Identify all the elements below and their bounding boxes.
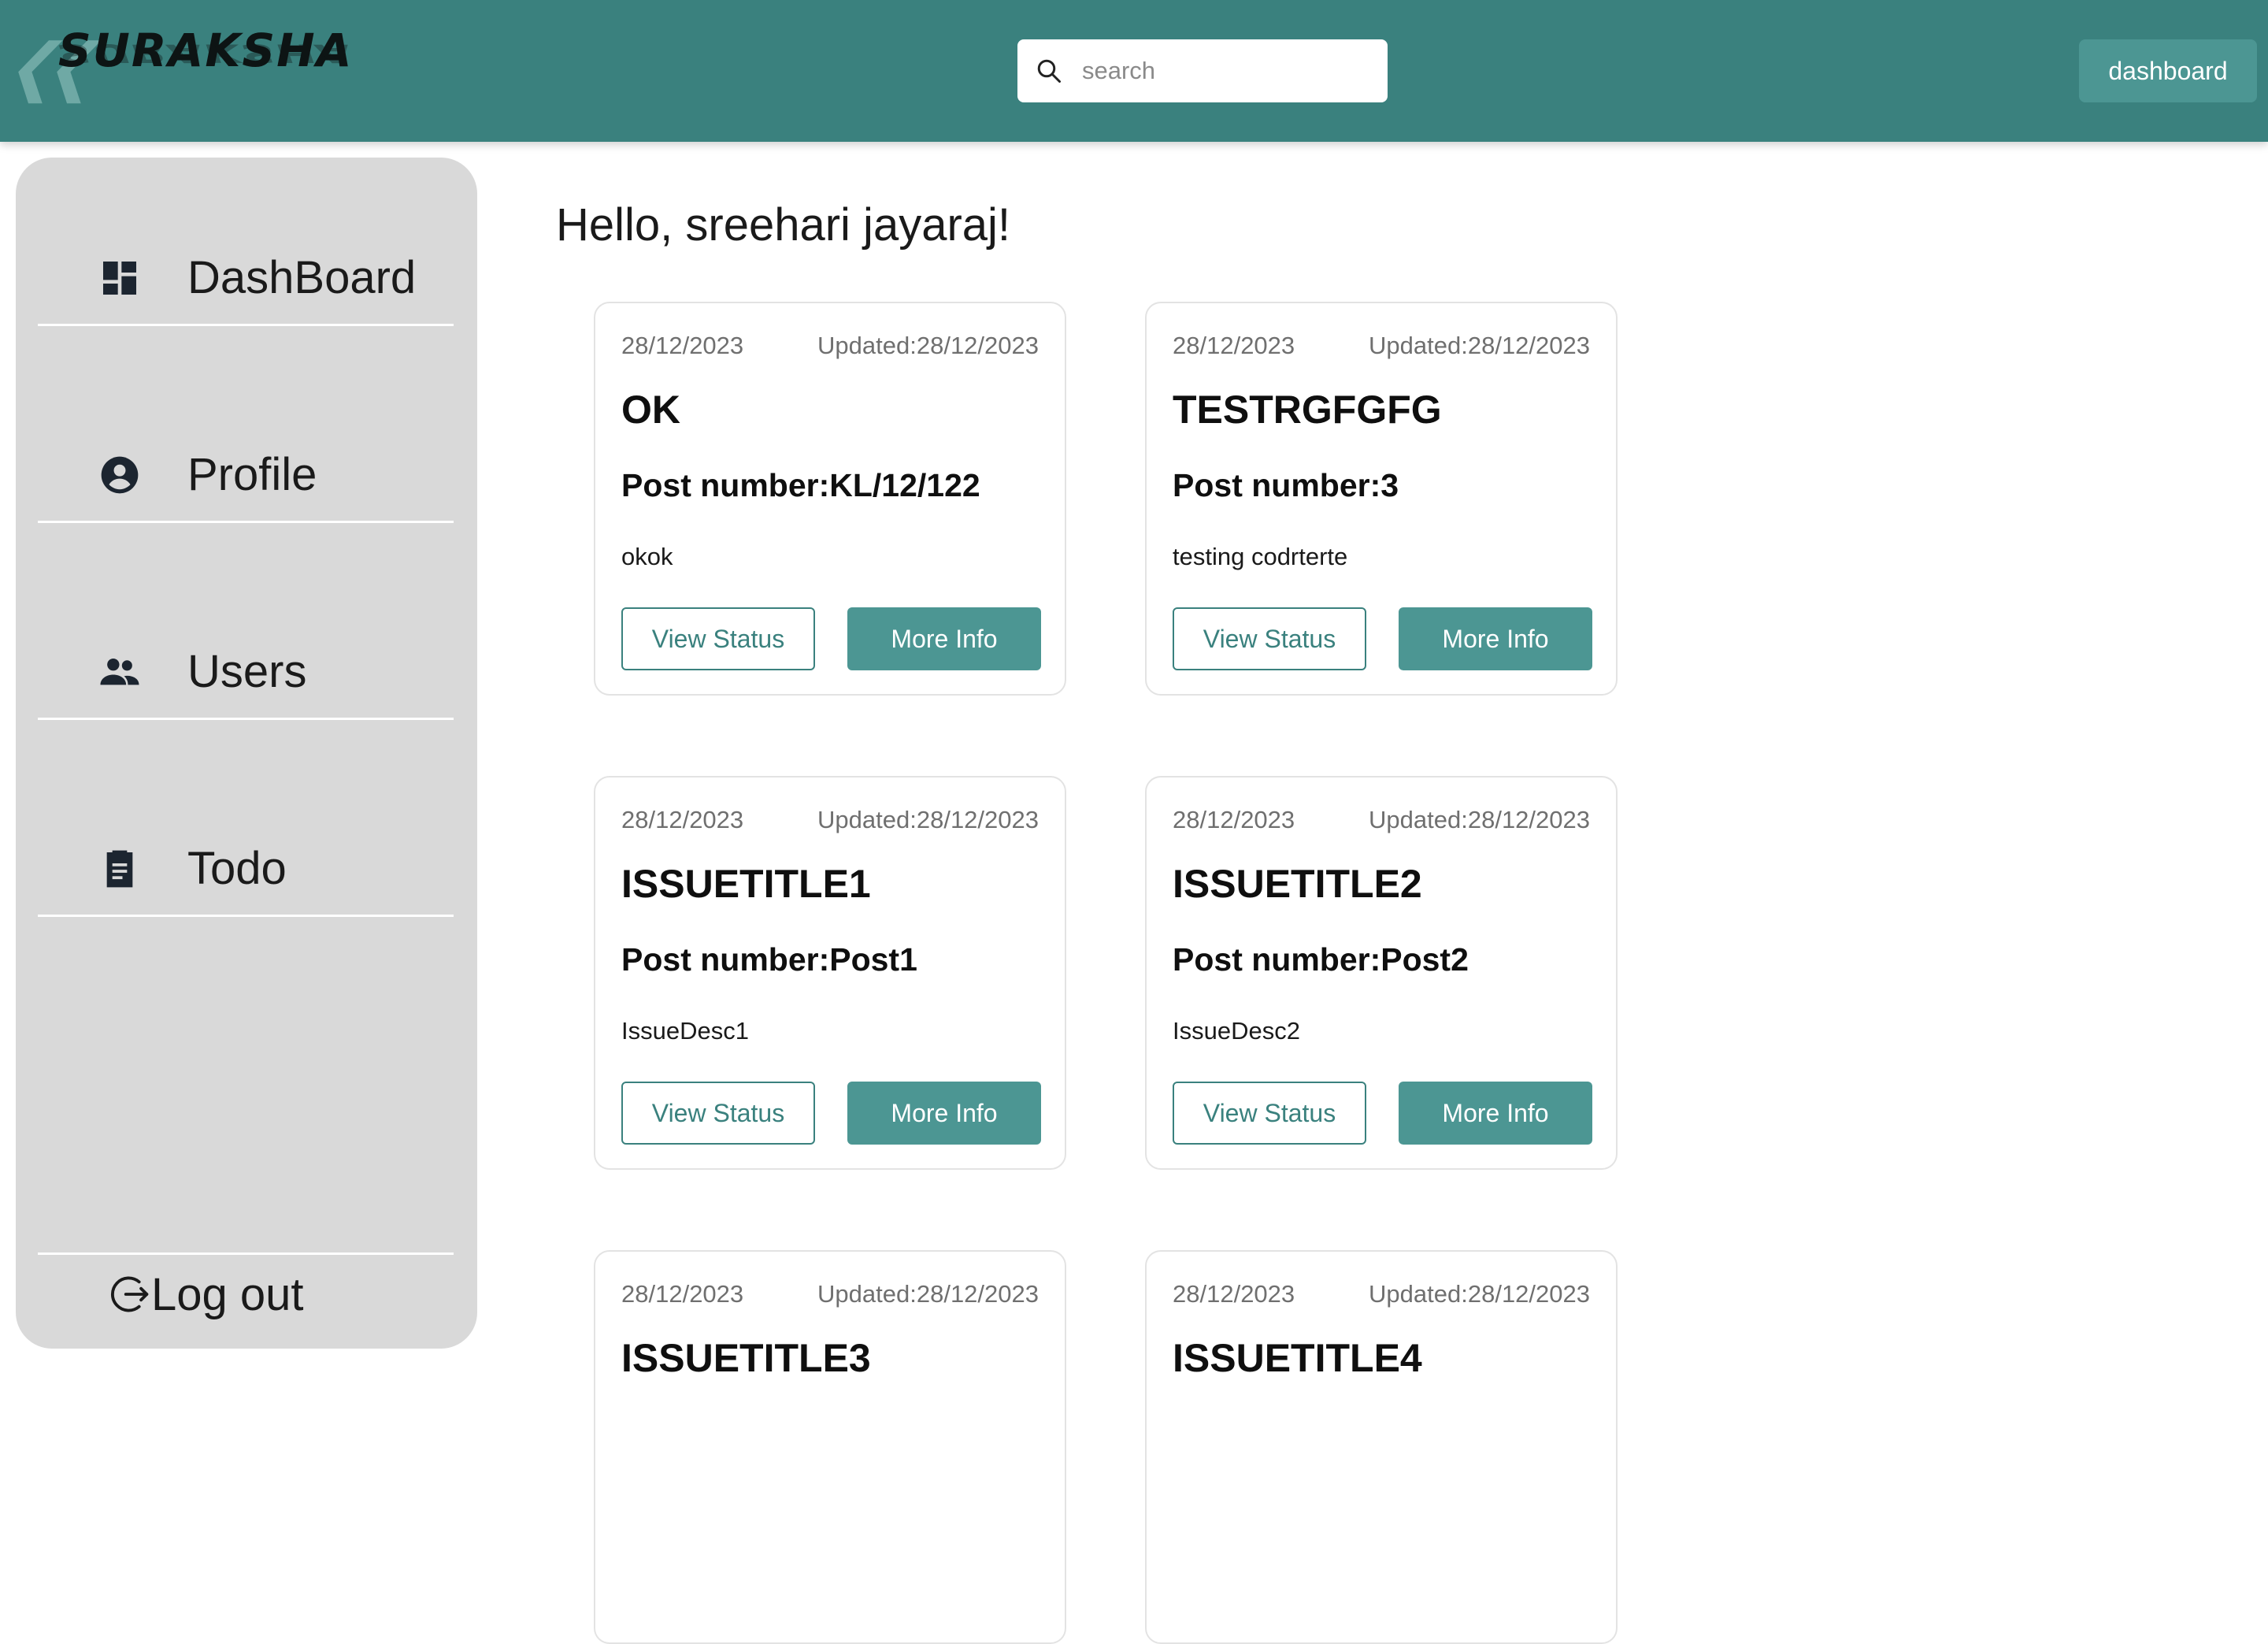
card-post-number: Post number:KL/12/122 (621, 467, 980, 503)
issue-card: 28/12/2023 Updated:28/12/2023 OK Post nu… (594, 302, 1066, 696)
issue-card: 28/12/2023 Updated:28/12/2023 ISSUETITLE… (1145, 776, 1618, 1170)
sidebar-item-label: Profile (187, 449, 317, 500)
issue-card: 28/12/2023 Updated:28/12/2023 ISSUETITLE… (594, 1250, 1066, 1644)
card-description: testing codrterte (1173, 543, 1348, 570)
card-updated: Updated:28/12/2023 (817, 1280, 1039, 1308)
more-info-button[interactable]: More Info (847, 607, 1041, 670)
sidebar-item-profile[interactable]: Profile (38, 429, 454, 523)
clipboard-icon (106, 850, 133, 887)
sidebar-item-dashboard[interactable]: DashBoard (38, 232, 454, 326)
brand-logo[interactable]: ❮❮ SURAKSHA SURAKSHA (0, 24, 354, 110)
card-updated: Updated:28/12/2023 (817, 806, 1039, 833)
more-info-button[interactable]: More Info (847, 1082, 1041, 1145)
card-description: IssueDesc1 (621, 1017, 749, 1045)
card-date: 28/12/2023 (1173, 1280, 1295, 1308)
more-info-button[interactable]: More Info (1399, 607, 1592, 670)
card-date: 28/12/2023 (1173, 806, 1295, 833)
issue-card: 28/12/2023 Updated:28/12/2023 ISSUETITLE… (1145, 1250, 1618, 1644)
card-description: IssueDesc2 (1173, 1017, 1300, 1045)
sidebar-item-label: Todo (187, 843, 287, 894)
more-info-button[interactable]: More Info (1399, 1082, 1592, 1145)
view-status-button[interactable]: View Status (621, 1082, 815, 1145)
sidebar-item-label: Users (187, 646, 307, 697)
issue-card: 28/12/2023 Updated:28/12/2023 TESTRGFGFG… (1145, 302, 1618, 696)
sidebar: DashBoard Profile Users Todo Log out (16, 158, 477, 1349)
card-date: 28/12/2023 (621, 332, 744, 359)
account-circle-icon (101, 456, 139, 493)
card-date: 28/12/2023 (621, 806, 744, 833)
greeting-heading: Hello, sreehari jayaraj! (556, 199, 1011, 250)
people-icon (100, 658, 139, 685)
card-updated: Updated:28/12/2023 (1369, 806, 1590, 833)
top-header: ❮❮ SURAKSHA SURAKSHA dashboard (0, 0, 2268, 142)
card-post-number: Post number:3 (1173, 467, 1399, 503)
card-title: TESTRGFGFG (1173, 388, 1442, 432)
card-updated: Updated:28/12/2023 (817, 332, 1039, 359)
logout-divider (38, 1252, 454, 1255)
card-updated: Updated:28/12/2023 (1369, 332, 1590, 359)
brand-reflection: SURAKSHA (58, 38, 354, 68)
logout-icon (111, 1276, 149, 1312)
dashboard-icon (103, 261, 136, 295)
card-title: ISSUETITLE4 (1173, 1336, 1422, 1380)
logout-button[interactable]: Log out (109, 1259, 304, 1330)
sidebar-item-users[interactable]: Users (38, 625, 454, 720)
card-title: ISSUETITLE2 (1173, 862, 1422, 906)
card-title: OK (621, 388, 680, 432)
view-status-button[interactable]: View Status (1173, 1082, 1366, 1145)
view-status-button[interactable]: View Status (1173, 607, 1366, 670)
card-post-number: Post number:Post1 (621, 941, 917, 978)
dashboard-button[interactable]: dashboard (2079, 39, 2257, 102)
card-title: ISSUETITLE3 (621, 1336, 871, 1380)
card-post-number: Post number:Post2 (1173, 941, 1469, 978)
card-description: okok (621, 543, 673, 570)
view-status-button[interactable]: View Status (621, 607, 815, 670)
card-date: 28/12/2023 (621, 1280, 744, 1308)
issue-card: 28/12/2023 Updated:28/12/2023 ISSUETITLE… (594, 776, 1066, 1170)
card-title: ISSUETITLE1 (621, 862, 871, 906)
search-box[interactable] (1017, 39, 1388, 102)
card-date: 28/12/2023 (1173, 332, 1295, 359)
sidebar-item-label: DashBoard (187, 252, 417, 303)
card-updated: Updated:28/12/2023 (1369, 1280, 1590, 1308)
search-input[interactable] (1080, 56, 1367, 86)
search-icon (1037, 59, 1061, 83)
sidebar-item-todo[interactable]: Todo (38, 822, 454, 917)
logout-label: Log out (151, 1268, 304, 1320)
